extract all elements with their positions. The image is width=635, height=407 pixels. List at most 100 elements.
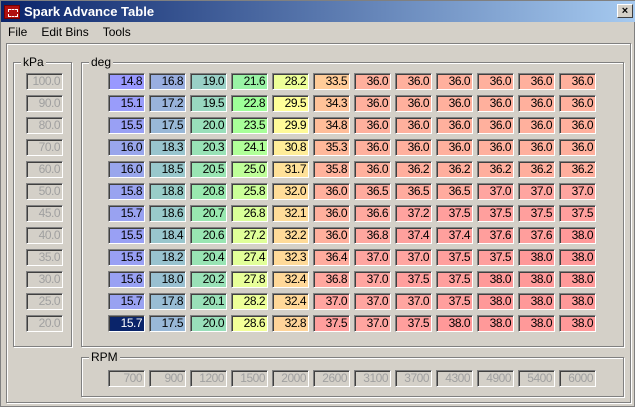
table-cell[interactable]: 37.5	[518, 205, 555, 222]
table-cell[interactable]: 32.8	[272, 315, 309, 332]
rpm-bin[interactable]: 2600	[313, 370, 350, 387]
table-cell[interactable]: 36.2	[559, 161, 596, 178]
table-cell[interactable]: 36.0	[395, 139, 432, 156]
table-cell[interactable]: 18.0	[149, 271, 186, 288]
table-cell[interactable]: 20.0	[190, 315, 227, 332]
table-cell[interactable]: 36.0	[395, 95, 432, 112]
table-cell[interactable]: 24.1	[231, 139, 268, 156]
kpa-bin[interactable]: 100.0	[26, 73, 63, 90]
table-cell[interactable]: 36.0	[518, 139, 555, 156]
table-cell[interactable]: 15.8	[108, 183, 145, 200]
table-cell[interactable]: 32.0	[272, 183, 309, 200]
table-cell[interactable]: 16.0	[108, 139, 145, 156]
table-cell[interactable]: 21.6	[231, 73, 268, 90]
table-cell[interactable]: 15.5	[108, 249, 145, 266]
table-cell[interactable]: 37.0	[354, 271, 391, 288]
table-cell[interactable]: 37.2	[395, 205, 432, 222]
table-cell[interactable]: 30.8	[272, 139, 309, 156]
rpm-bin[interactable]: 5400	[518, 370, 555, 387]
table-cell[interactable]: 28.6	[231, 315, 268, 332]
table-cell[interactable]: 38.0	[559, 227, 596, 244]
table-cell[interactable]: 36.0	[436, 117, 473, 134]
table-cell[interactable]: 36.0	[436, 95, 473, 112]
table-cell[interactable]: 36.0	[477, 139, 514, 156]
table-cell[interactable]: 18.2	[149, 249, 186, 266]
table-cell[interactable]: 36.5	[395, 183, 432, 200]
kpa-bin[interactable]: 70.0	[26, 139, 63, 156]
table-cell[interactable]: 36.0	[559, 117, 596, 134]
table-cell[interactable]: 15.5	[108, 117, 145, 134]
kpa-bin[interactable]: 60.0	[26, 161, 63, 178]
table-cell[interactable]: 36.0	[436, 73, 473, 90]
rpm-bin[interactable]: 1500	[231, 370, 268, 387]
table-cell[interactable]: 36.4	[313, 249, 350, 266]
table-cell[interactable]: 36.0	[313, 205, 350, 222]
table-cell[interactable]: 37.6	[477, 227, 514, 244]
table-cell[interactable]: 37.0	[313, 293, 350, 310]
table-cell[interactable]: 36.0	[354, 73, 391, 90]
table-cell[interactable]: 37.0	[559, 183, 596, 200]
table-cell[interactable]: 34.3	[313, 95, 350, 112]
table-cell[interactable]: 36.0	[354, 161, 391, 178]
table-cell[interactable]: 18.6	[149, 205, 186, 222]
table-cell[interactable]: 22.8	[231, 95, 268, 112]
rpm-bin[interactable]: 4900	[477, 370, 514, 387]
table-cell[interactable]: 36.0	[477, 117, 514, 134]
table-cell[interactable]: 36.0	[313, 227, 350, 244]
kpa-bin[interactable]: 80.0	[26, 117, 63, 134]
table-cell[interactable]: 36.5	[436, 183, 473, 200]
table-cell[interactable]: 34.8	[313, 117, 350, 134]
table-cell[interactable]: 38.0	[477, 271, 514, 288]
table-cell[interactable]: 35.8	[313, 161, 350, 178]
table-cell[interactable]: 26.8	[231, 205, 268, 222]
table-cell[interactable]: 37.0	[395, 249, 432, 266]
table-cell[interactable]: 36.2	[395, 161, 432, 178]
kpa-bin[interactable]: 20.0	[26, 315, 63, 332]
table-cell[interactable]: 38.0	[518, 315, 555, 332]
table-cell[interactable]: 17.2	[149, 95, 186, 112]
table-cell[interactable]: 38.0	[477, 315, 514, 332]
table-cell[interactable]: 36.0	[354, 117, 391, 134]
table-cell[interactable]: 19.0	[190, 73, 227, 90]
table-cell[interactable]: 17.8	[149, 293, 186, 310]
table-cell[interactable]: 32.3	[272, 249, 309, 266]
table-cell[interactable]: 36.0	[518, 73, 555, 90]
kpa-bin[interactable]: 30.0	[26, 271, 63, 288]
table-cell[interactable]: 18.8	[149, 183, 186, 200]
table-cell[interactable]: 36.6	[354, 205, 391, 222]
table-cell[interactable]: 37.4	[395, 227, 432, 244]
table-cell[interactable]: 37.0	[354, 315, 391, 332]
table-cell[interactable]: 36.0	[477, 95, 514, 112]
rpm-bin[interactable]: 2000	[272, 370, 309, 387]
table-cell[interactable]: 20.4	[190, 249, 227, 266]
table-cell[interactable]: 15.5	[108, 227, 145, 244]
table-cell[interactable]: 18.3	[149, 139, 186, 156]
table-cell[interactable]: 37.0	[354, 249, 391, 266]
table-cell[interactable]: 37.4	[436, 227, 473, 244]
table-cell[interactable]: 23.5	[231, 117, 268, 134]
table-cell[interactable]: 15.7	[108, 205, 145, 222]
table-cell[interactable]: 25.0	[231, 161, 268, 178]
table-cell[interactable]: 20.0	[190, 117, 227, 134]
table-cell[interactable]: 17.5	[149, 117, 186, 134]
table-cell[interactable]: 32.4	[272, 271, 309, 288]
table-cell[interactable]: 36.0	[559, 95, 596, 112]
table-cell[interactable]: 38.0	[559, 293, 596, 310]
table-cell[interactable]: 36.0	[518, 117, 555, 134]
table-cell[interactable]: 36.2	[436, 161, 473, 178]
table-cell[interactable]: 15.7	[108, 293, 145, 310]
table-cell[interactable]: 27.2	[231, 227, 268, 244]
table-cell[interactable]: 31.7	[272, 161, 309, 178]
table-cell[interactable]: 19.5	[190, 95, 227, 112]
kpa-bin[interactable]: 35.0	[26, 249, 63, 266]
table-cell[interactable]: 20.2	[190, 271, 227, 288]
kpa-bin[interactable]: 50.0	[26, 183, 63, 200]
menu-edit-bins[interactable]: Edit Bins	[34, 23, 95, 41]
table-cell[interactable]: 32.2	[272, 227, 309, 244]
table-cell[interactable]: 38.0	[559, 249, 596, 266]
table-cell[interactable]: 37.5	[313, 315, 350, 332]
table-cell[interactable]: 37.5	[436, 205, 473, 222]
table-cell[interactable]: 32.4	[272, 293, 309, 310]
table-cell[interactable]: 33.5	[313, 73, 350, 90]
table-cell[interactable]: 27.8	[231, 271, 268, 288]
